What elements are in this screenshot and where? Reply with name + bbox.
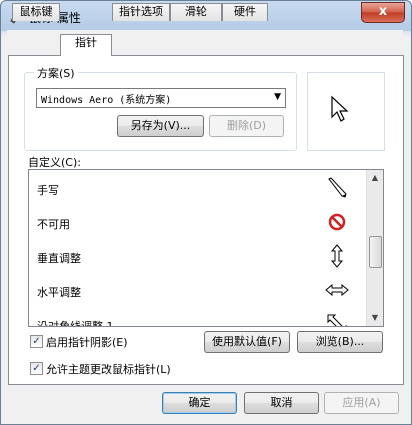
scroll-thumb[interactable]: [369, 236, 382, 268]
list-item-handwriting[interactable]: 手写: [29, 172, 369, 206]
customize-label: 自定义(C):: [28, 156, 81, 169]
list-item-label: 沿对角线调整 1: [37, 320, 114, 327]
cursor-preview: [307, 72, 385, 151]
scheme-dropdown[interactable]: Windows Aero (系统方案) ▼: [36, 88, 286, 108]
apply-button[interactable]: 应用(A): [324, 392, 399, 414]
scroll-down-arrow-icon[interactable]: ▼: [367, 310, 383, 326]
pen-cursor-icon: [328, 177, 347, 198]
list-item-unavailable[interactable]: 不可用: [29, 206, 369, 240]
diagonal-resize-cursor-icon: [327, 314, 347, 326]
list-item-label: 手写: [37, 184, 59, 197]
list-item-horizontal-resize[interactable]: 水平调整: [29, 274, 369, 308]
tab-hardware[interactable]: 硬件: [222, 3, 268, 21]
checkmark-icon: ✓: [30, 335, 43, 348]
save-as-button[interactable]: 另存为(V)...: [117, 115, 204, 137]
close-button[interactable]: x: [361, 2, 405, 23]
tab-pointer-options[interactable]: 指针选项: [112, 3, 170, 21]
vertical-resize-cursor-icon: [330, 244, 344, 268]
arrow-cursor-icon: [331, 95, 349, 122]
horizontal-resize-cursor-icon: [325, 283, 349, 297]
list-item-vertical-resize[interactable]: 垂直调整: [29, 240, 369, 274]
use-default-button[interactable]: 使用默认值(F): [204, 331, 290, 353]
browse-button[interactable]: 浏览(B)...: [297, 331, 383, 353]
list-scrollbar[interactable]: ▲ ▼: [366, 170, 383, 326]
scheme-label: 方案(S): [34, 65, 78, 81]
list-item-label: 不可用: [37, 218, 70, 231]
list-item-label: 垂直调整: [37, 252, 81, 265]
tab-mouse-buttons[interactable]: 鼠标键: [12, 3, 60, 21]
tab-wheel[interactable]: 滑轮: [170, 3, 222, 21]
tab-pointers[interactable]: 指针: [60, 34, 112, 56]
cancel-button[interactable]: 取消: [244, 392, 319, 414]
ok-button[interactable]: 确定: [162, 392, 237, 414]
list-item-label: 水平调整: [37, 286, 81, 299]
chevron-down-icon: ▼: [274, 92, 281, 102]
allow-theme-change-label: 允许主题更改鼠标指针(L): [46, 363, 171, 376]
enable-pointer-shadow-label: 启用指针阴影(E): [46, 336, 128, 349]
scroll-up-arrow-icon[interactable]: ▲: [367, 170, 383, 186]
scheme-selected-value: Windows Aero (系统方案): [41, 95, 172, 106]
delete-button[interactable]: 删除(D): [209, 115, 284, 137]
scheme-groupbox: [24, 72, 297, 151]
checkmark-icon: ✓: [30, 362, 43, 375]
unavailable-cursor-icon: [328, 213, 346, 231]
cursor-list[interactable]: 手写 不可用 垂直调整 水平调整 沿对角线调整 1 ▲ ▼: [28, 169, 384, 327]
list-item-diagonal-resize[interactable]: 沿对角线调整 1: [29, 308, 369, 327]
